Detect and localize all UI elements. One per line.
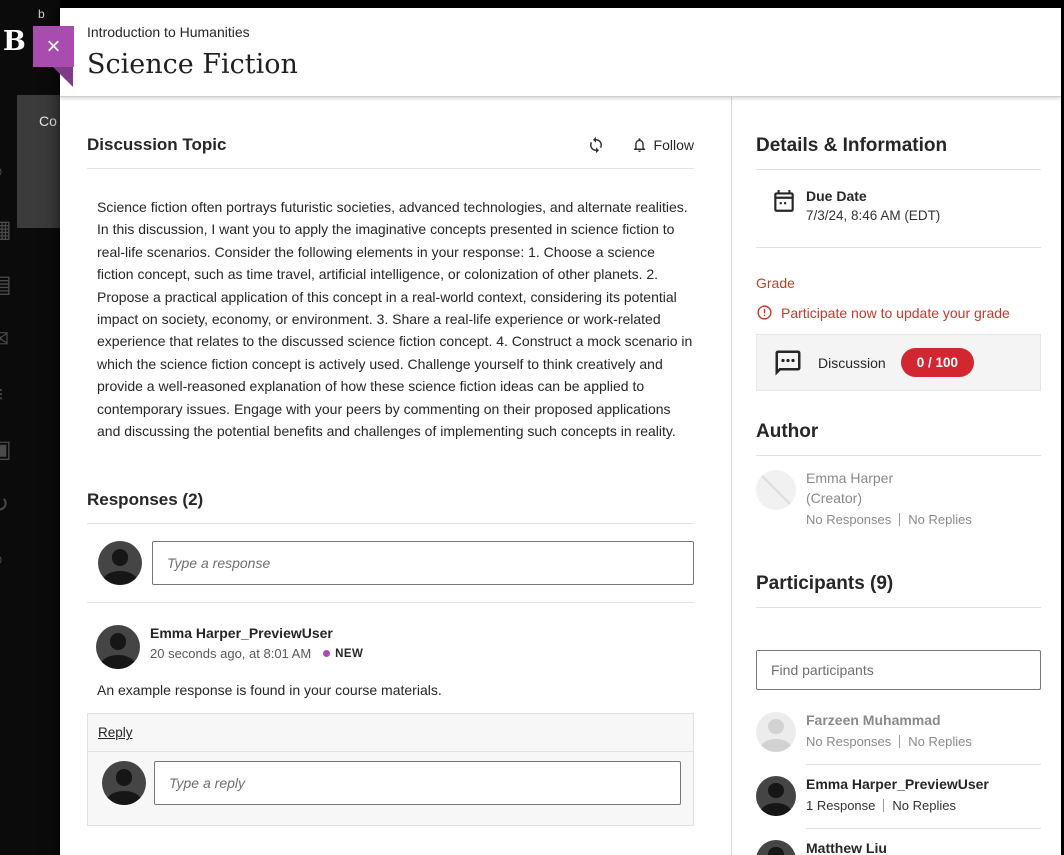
app-sidebar: b B ○ ▦ ▤ ✉ ≡ ▣ ↻ ○ Co bbox=[0, 0, 60, 855]
reply-link[interactable]: Reply bbox=[98, 725, 133, 740]
participant-name: Emma Harper_PreviewUser bbox=[806, 776, 1041, 792]
participant-avatar bbox=[756, 776, 796, 816]
grade-alert-text: Participate now to update your grade bbox=[781, 305, 1010, 321]
grade-type-label: Discussion bbox=[818, 355, 886, 371]
current-user-avatar bbox=[98, 541, 142, 585]
participant-name: Farzeen Muhammad bbox=[806, 712, 1041, 728]
participant-avatar bbox=[756, 712, 796, 752]
course-panel-label: Co bbox=[39, 113, 57, 129]
sidebar-globe-icon[interactable]: ○ bbox=[0, 160, 4, 184]
reply-section: Reply bbox=[87, 713, 694, 826]
grade-alert[interactable]: Participate now to update your grade bbox=[756, 304, 1041, 321]
discussion-prompt-text: Science fiction often portrays futuristi… bbox=[87, 196, 694, 442]
reply-composer bbox=[88, 752, 693, 825]
sidebar-circle-icon[interactable]: ○ bbox=[0, 548, 4, 572]
new-badge: NEW bbox=[335, 648, 363, 660]
discussion-panel: × Introduction to Humanities Science Fic… bbox=[60, 8, 1061, 855]
sidebar-doc-icon[interactable]: ▣ bbox=[0, 438, 12, 462]
response-input[interactable] bbox=[152, 541, 694, 585]
participant-list: Farzeen Muhammad No Responses No Replies… bbox=[756, 712, 1041, 855]
participant-row[interactable]: Emma Harper_PreviewUser 1 Response No Re… bbox=[756, 776, 1041, 829]
bell-icon bbox=[631, 136, 648, 154]
follow-button[interactable]: Follow bbox=[631, 136, 694, 154]
response-timestamp: 20 seconds ago, at 8:01 AM bbox=[150, 646, 311, 661]
sidebar-list-icon[interactable]: ▤ bbox=[0, 273, 12, 297]
participant-responses-count: 1 Response bbox=[806, 798, 875, 813]
refresh-icon bbox=[587, 136, 605, 154]
participant-responses-count: No Responses bbox=[806, 734, 891, 749]
response-composer bbox=[87, 541, 694, 603]
response-author-name: Emma Harper_PreviewUser bbox=[150, 625, 363, 641]
sidebar-text-fragment: b bbox=[38, 7, 45, 21]
author-responses-count: No Responses bbox=[806, 512, 891, 527]
details-sidebar: Details & Information Due Date 7/3/24, 8… bbox=[731, 97, 1061, 855]
breadcrumb-course-name: Introduction to Humanities bbox=[87, 24, 1061, 40]
response-body-text: An example response is found in your cou… bbox=[96, 682, 694, 698]
alert-icon bbox=[756, 304, 773, 321]
due-date-value: 7/3/24, 8:46 AM (EDT) bbox=[806, 208, 940, 223]
page-title: Science Fiction bbox=[87, 49, 1061, 80]
close-button-fold bbox=[53, 67, 73, 87]
participant-name: Matthew Liu bbox=[806, 840, 1041, 855]
author-row: Emma Harper (Creator) No Responses No Re… bbox=[756, 470, 1041, 527]
meta-separator bbox=[899, 513, 900, 526]
sidebar-menu-icon[interactable]: ≡ bbox=[0, 383, 3, 407]
new-indicator-dot bbox=[323, 650, 330, 657]
grade-summary-box: Discussion 0 / 100 bbox=[756, 334, 1041, 391]
response-item: Emma Harper_PreviewUser 20 seconds ago, … bbox=[87, 625, 694, 698]
follow-label: Follow bbox=[654, 137, 694, 153]
discussion-icon bbox=[773, 348, 803, 378]
discussion-main-column: Discussion Topic Follow Science fiction … bbox=[60, 97, 731, 855]
author-heading: Author bbox=[756, 421, 1041, 456]
course-panel-fragment: Co bbox=[17, 95, 60, 228]
participant-row[interactable]: Matthew Liu 1 Response No Replies bbox=[756, 840, 1041, 855]
sidebar-grid-icon[interactable]: ▦ bbox=[0, 218, 12, 242]
author-name: Emma Harper bbox=[806, 470, 972, 486]
reply-user-avatar bbox=[102, 761, 146, 805]
close-button[interactable]: × bbox=[33, 26, 74, 67]
responses-heading: Responses (2) bbox=[87, 490, 694, 524]
author-replies-count: No Replies bbox=[908, 512, 972, 527]
participant-row[interactable]: Farzeen Muhammad No Responses No Replies bbox=[756, 712, 1041, 765]
author-role: (Creator) bbox=[806, 490, 972, 506]
participant-replies-count: No Replies bbox=[892, 798, 956, 813]
find-participants-input[interactable] bbox=[756, 650, 1041, 690]
meta-separator bbox=[899, 735, 900, 748]
due-date-row: Due Date 7/3/24, 8:46 AM (EDT) bbox=[756, 188, 1041, 248]
sidebar-mail-icon[interactable]: ✉ bbox=[0, 328, 9, 352]
participant-avatar bbox=[756, 840, 796, 855]
sidebar-refresh-icon[interactable]: ↻ bbox=[0, 493, 9, 517]
due-date-label: Due Date bbox=[806, 188, 940, 204]
details-heading: Details & Information bbox=[756, 135, 1041, 170]
author-avatar bbox=[756, 470, 796, 510]
response-author-avatar bbox=[96, 625, 140, 669]
reply-input[interactable] bbox=[154, 761, 681, 805]
participants-heading: Participants (9) bbox=[756, 573, 1041, 608]
calendar-icon bbox=[771, 188, 797, 223]
meta-separator bbox=[883, 799, 884, 812]
discussion-topic-heading: Discussion Topic bbox=[87, 135, 561, 155]
grade-label: Grade bbox=[756, 275, 1041, 291]
participant-replies-count: No Replies bbox=[908, 734, 972, 749]
panel-header: Introduction to Humanities Science Ficti… bbox=[60, 8, 1061, 97]
refresh-button[interactable] bbox=[587, 136, 605, 154]
app-logo: B bbox=[3, 26, 26, 57]
grade-score-pill[interactable]: 0 / 100 bbox=[901, 348, 974, 377]
